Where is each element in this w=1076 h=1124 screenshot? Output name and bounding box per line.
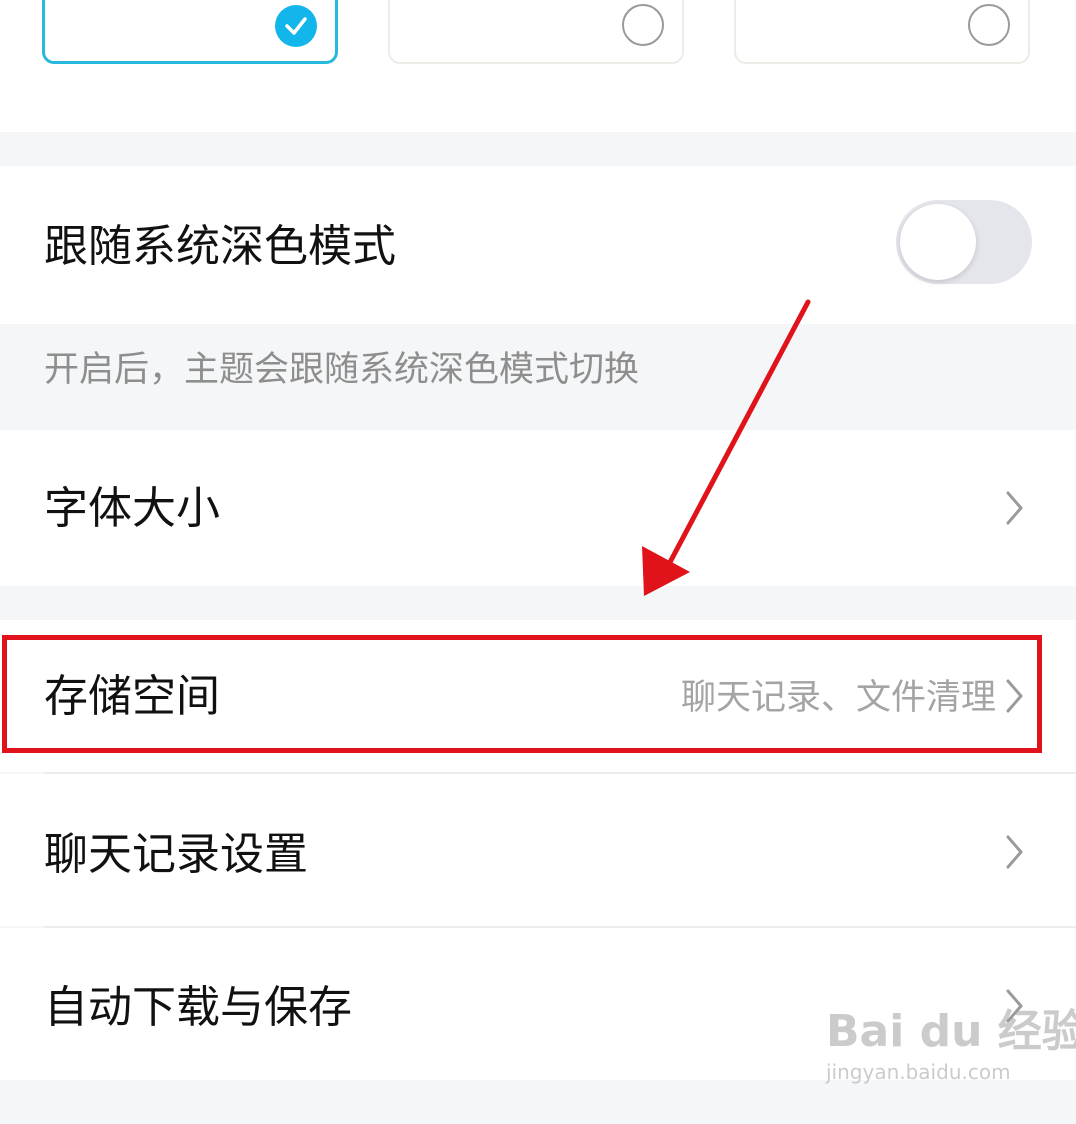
annotation-arrow (642, 299, 811, 596)
watermark-logo: Bai du 经验 (826, 1006, 1076, 1057)
watermark: Bai du 经验 jingyan.baidu.com (826, 1006, 1076, 1085)
watermark-url: jingyan.baidu.com (826, 1060, 1011, 1084)
